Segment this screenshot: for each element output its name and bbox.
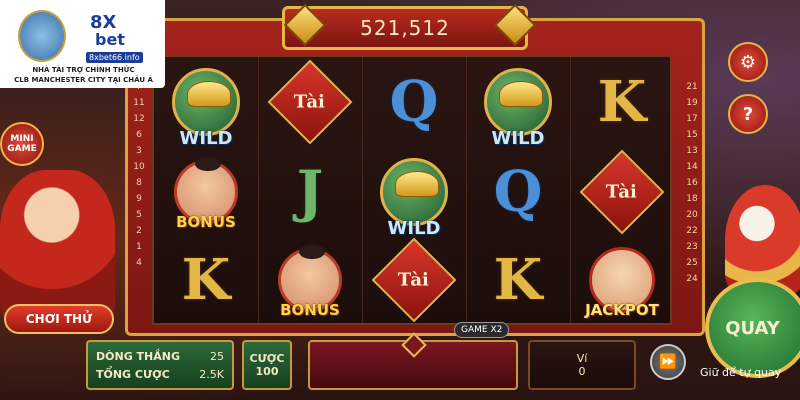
hold-to-autospin-hint: Giữ để tự quay (700, 366, 782, 379)
mini-game-label-1: MINI (10, 134, 34, 144)
payline-numbers-left: 711126310895214 (130, 80, 148, 271)
k-label: K (181, 247, 231, 313)
stats-panel: DÒNG THẮNG 25 TỔNG CƯỢC 2.5K (86, 340, 234, 390)
brand-logo-bet: bet (95, 30, 125, 49)
bet-value: 100 (255, 365, 279, 378)
q-label: Q (389, 69, 439, 135)
game-x2-badge[interactable]: GAME X2 (454, 322, 510, 338)
bet-label: CƯỢC (249, 352, 285, 365)
sponsor-line-2: CLB MANCHESTER CITY TẠI CHÂU Á (14, 76, 153, 84)
mini-game-label-2: GAME (7, 144, 37, 154)
wallet-label: Ví (576, 352, 588, 365)
symbol-k: K (579, 59, 665, 145)
sponsor-line-1: NHÀ TÀI TRỢ CHÍNH THỨC (32, 66, 135, 74)
win-lines-value: 25 (210, 350, 224, 363)
settings-button[interactable]: ⚙ (728, 42, 768, 82)
payline-number-right: 18 (686, 194, 698, 204)
wild-label: WILD (387, 218, 441, 239)
q-label: Q (493, 159, 543, 225)
symbol-wild: WILD (371, 149, 457, 239)
payline-number-left: 11 (133, 98, 145, 108)
reel-divider (570, 57, 571, 323)
wild-label: WILD (491, 128, 545, 149)
payline-number-right: 21 (686, 82, 698, 92)
payline-number-left: 5 (136, 210, 142, 220)
symbol-tai: Tài (267, 59, 353, 145)
wild-label: WILD (179, 128, 233, 149)
reel-divider (466, 57, 467, 323)
brand-panel: 8X bet 8xbet66.info NHÀ TÀI TRỢ CHÍNH TH… (0, 0, 165, 88)
payline-number-right: 19 (686, 98, 698, 108)
jackpot-label: JACKPOT (585, 301, 659, 319)
knot-ornament-icon (401, 332, 427, 358)
payline-number-right: 17 (686, 114, 698, 124)
manchester-city-crest-icon (18, 10, 66, 62)
payline-number-right: 13 (686, 146, 698, 156)
payline-number-right: 24 (686, 274, 698, 284)
payline-number-left: 12 (133, 114, 145, 124)
payline-number-left: 1 (136, 242, 142, 252)
payline-number-left: 10 (133, 162, 145, 172)
payline-number-left: 9 (136, 194, 142, 204)
gold-ingot-icon (484, 68, 552, 136)
fortune-god-mascot (0, 170, 115, 320)
help-icon: ? (742, 103, 754, 125)
tai-label: Tài (398, 269, 430, 291)
gold-ingot-icon (172, 68, 240, 136)
gold-ingot-icon (380, 158, 448, 226)
bonus-label: BONUS (280, 301, 340, 319)
payline-number-left: 4 (136, 258, 142, 268)
payline-number-right: 23 (686, 242, 698, 252)
symbol-tai: Tài (371, 237, 457, 323)
symbol-tai: Tài (579, 149, 665, 235)
symbol-j: J (267, 149, 353, 235)
payline-number-right: 25 (686, 258, 698, 268)
jackpot-value: 521,512 (360, 16, 450, 40)
total-bet-value: 2.5K (199, 368, 224, 381)
payline-number-left: 6 (136, 130, 142, 140)
tai-label: Tài (606, 181, 638, 203)
try-play-button[interactable]: CHƠI THỬ (4, 304, 114, 334)
payline-number-right: 22 (686, 226, 698, 236)
spin-button[interactable]: QUAY (705, 278, 800, 378)
bet-selector[interactable]: CƯỢC 100 (242, 340, 292, 390)
reel-divider (258, 57, 259, 323)
symbol-q: Q (371, 59, 457, 145)
k-label: K (597, 69, 647, 135)
win-lines-label: DÒNG THẮNG (96, 350, 181, 363)
payline-number-left: 8 (136, 178, 142, 188)
wallet-panel: Ví 0 (528, 340, 636, 390)
payline-number-right: 15 (686, 130, 698, 140)
tai-label: Tài (294, 91, 326, 113)
brand-url: 8xbet66.info (86, 52, 143, 63)
payline-number-right: 20 (686, 210, 698, 220)
symbol-wild: WILD (475, 59, 561, 149)
bottom-bar: DÒNG THẮNG 25 TỔNG CƯỢC 2.5K CƯỢC 100 GA… (82, 322, 702, 400)
symbol-bonus: BONUS (163, 149, 249, 235)
j-label: J (296, 159, 324, 225)
payline-number-left: 3 (136, 146, 142, 156)
symbol-wild: WILD (163, 59, 249, 149)
fast-forward-icon: ⏩ (659, 354, 677, 370)
help-button[interactable]: ? (728, 94, 768, 134)
symbol-k: K (163, 237, 249, 323)
mini-game-button[interactable]: MINI GAME (0, 122, 44, 166)
fast-forward-button[interactable]: ⏩ (650, 344, 686, 380)
symbol-k: K (475, 237, 561, 323)
total-bet-label: TỔNG CƯỢC (96, 368, 170, 381)
symbol-bonus: BONUS (267, 237, 353, 323)
symbol-jackpot: JACKPOT (579, 237, 665, 323)
payline-number-left: 2 (136, 226, 142, 236)
reel-divider (362, 57, 363, 323)
bonus-label: BONUS (176, 213, 236, 231)
message-panel (308, 332, 518, 390)
gear-icon: ⚙ (739, 51, 757, 73)
wallet-value: 0 (578, 365, 586, 378)
payline-numbers-right: 21 19 17 15 13 14 16 18 20 22 23 25 24 (683, 80, 701, 287)
payline-number-right: 14 (686, 162, 698, 172)
k-label: K (493, 247, 543, 313)
reel-grid: WILD Tài Q WILD K BONUS J WILD Q Tài K B… (152, 55, 672, 325)
payline-number-right: 16 (686, 178, 698, 188)
symbol-q: Q (475, 149, 561, 235)
